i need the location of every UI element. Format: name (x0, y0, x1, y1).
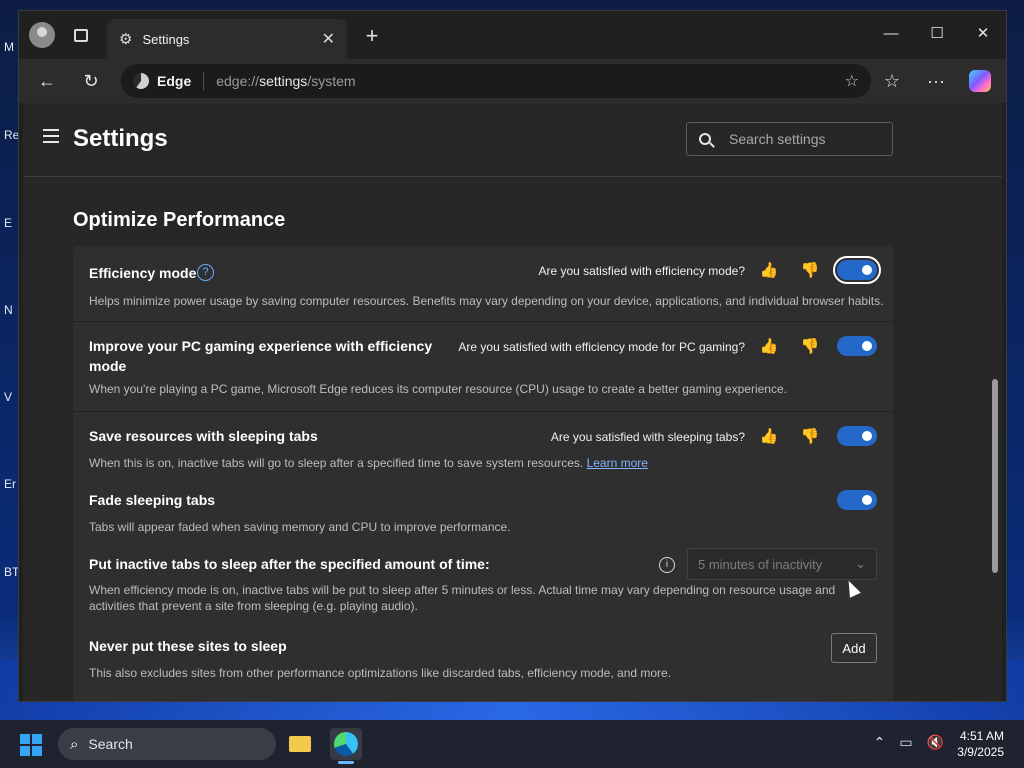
dropdown-value: 5 minutes of inactivity (698, 556, 823, 572)
profile-avatar[interactable] (29, 22, 55, 48)
clock[interactable]: 4:51 AM 3/9/2025 (957, 728, 1004, 760)
add-button[interactable]: Add (831, 633, 877, 663)
desktop-label: V (4, 390, 13, 404)
gear-icon: ⚙ (119, 31, 133, 48)
inactive-tabs-row: Put inactive tabs to sleep after the spe… (73, 540, 893, 620)
gaming-toggle[interactable] (837, 336, 877, 356)
file-explorer-icon[interactable] (284, 728, 316, 760)
favorite-star-icon[interactable]: ☆ (845, 71, 859, 91)
settings-header: Settings Search settings (23, 103, 1002, 177)
system-tray: ⌃ ▭ 🔇 (874, 734, 944, 751)
minimize-button[interactable]: — (868, 11, 914, 55)
sleeping-tabs-row: Save resources with sleeping tabs Are yo… (73, 412, 893, 476)
search-input[interactable]: Search settings (686, 122, 893, 156)
fade-tabs-description: Tabs will appear faded when saving memor… (89, 520, 511, 534)
search-icon (699, 133, 711, 145)
performance-card: Efficiency mode ? Are you satisfied with… (73, 246, 893, 701)
close-tab-icon[interactable]: ✕ (322, 29, 335, 49)
desktop-label: E (4, 216, 13, 230)
fade-tabs-toggle[interactable] (837, 490, 877, 510)
gaming-title-line2: mode (89, 358, 127, 374)
navigation-bar: ← ↻ Edge edge://settings/system ☆ ☆ ··· (19, 59, 1006, 103)
back-arrow-icon[interactable]: ← (29, 63, 65, 99)
inactive-tabs-title: Put inactive tabs to sleep after the spe… (89, 556, 490, 572)
help-icon[interactable]: ? (197, 264, 214, 281)
sleeping-tabs-title: Save resources with sleeping tabs (89, 428, 318, 444)
info-icon[interactable]: i (659, 557, 675, 573)
search-placeholder: Search settings (729, 131, 826, 147)
thumbs-up-icon[interactable]: 👍 (759, 427, 779, 445)
active-indicator (338, 761, 354, 764)
gaming-title-line1: Improve your PC gaming experience with e… (89, 338, 433, 354)
page-title: Settings (73, 125, 168, 152)
thumbs-up-icon[interactable]: 👍 (759, 337, 779, 355)
gaming-feedback-question: Are you satisfied with efficiency mode f… (458, 340, 745, 354)
efficiency-mode-toggle[interactable] (833, 256, 881, 284)
more-options-icon[interactable]: ··· (918, 63, 954, 99)
menu-icon[interactable] (43, 129, 59, 147)
volume-muted-icon[interactable]: 🔇 (927, 734, 944, 751)
address-url: edge://settings/system (216, 73, 356, 89)
taskbar: ⌕ Search ⌃ ▭ 🔇 4:51 AM 3/9/2025 (0, 720, 1024, 768)
chevron-up-icon[interactable]: ⌃ (874, 734, 886, 751)
thumbs-down-icon[interactable]: 👎 (800, 261, 820, 279)
title-bar: ⚙ Settings ✕ + — ☐ ✕ (19, 11, 1006, 59)
edge-taskbar-icon[interactable] (330, 728, 362, 760)
learn-more-link[interactable]: Learn more (587, 456, 648, 470)
thumbs-down-icon[interactable]: 👎 (800, 427, 820, 445)
taskbar-search[interactable]: ⌕ Search (58, 728, 276, 760)
desktop-label: N (4, 303, 13, 317)
sleeping-tabs-description: When this is on, inactive tabs will go t… (89, 456, 648, 470)
clock-time: 4:51 AM (959, 729, 1004, 743)
clock-date: 3/9/2025 (957, 745, 1004, 759)
browser-window: ⚙ Settings ✕ + — ☐ ✕ ← ↻ Edge edge://set… (18, 10, 1007, 702)
never-sleep-title: Never put these sites to sleep (89, 638, 287, 654)
copilot-icon[interactable] (962, 63, 998, 99)
search-icon: ⌕ (70, 735, 79, 753)
tab-settings[interactable]: ⚙ Settings ✕ (107, 19, 347, 59)
refresh-icon[interactable]: ↻ (73, 63, 109, 99)
new-tab-button[interactable]: + (359, 23, 385, 49)
efficiency-mode-title: Efficiency mode (89, 265, 197, 281)
fade-tabs-title: Fade sleeping tabs (89, 492, 216, 508)
chevron-down-icon: ⌄ (855, 556, 866, 571)
efficiency-mode-description: Helps minimize power usage by saving com… (89, 294, 884, 308)
windows-start-icon[interactable] (20, 734, 42, 756)
page-scrollbar[interactable] (992, 379, 998, 573)
favorites-icon[interactable]: ☆ (874, 63, 910, 99)
gaming-description: When you're playing a PC game, Microsoft… (89, 382, 787, 396)
address-brand: Edge (157, 73, 192, 89)
tab-actions-icon[interactable] (69, 23, 93, 47)
thumbs-down-icon[interactable]: 👎 (800, 337, 820, 355)
sleeping-tabs-toggle[interactable] (837, 426, 877, 446)
taskbar-search-label: Search (88, 736, 133, 752)
inactive-desc-line1: When efficiency mode is on, inactive tab… (89, 583, 836, 597)
never-sleep-description: This also excludes sites from other perf… (89, 666, 672, 680)
section-title: Optimize Performance (73, 209, 286, 231)
fade-tabs-row: Fade sleeping tabs Tabs will appear fade… (73, 476, 893, 540)
tab-title: Settings (142, 31, 190, 47)
sleeping-feedback-question: Are you satisfied with sleeping tabs? (550, 430, 745, 444)
thumbs-up-icon[interactable]: 👍 (759, 261, 779, 279)
maximize-button[interactable]: ☐ (914, 11, 960, 55)
desktop-label: Er (4, 477, 16, 491)
efficiency-feedback-question: Are you satisfied with efficiency mode? (538, 264, 745, 278)
address-bar[interactable]: Edge edge://settings/system ☆ (121, 64, 871, 98)
settings-page: Settings Search settings Optimize Perfor… (23, 103, 1002, 701)
inactive-desc-line2: activities that prevent a site from slee… (89, 599, 418, 613)
efficiency-mode-row: Efficiency mode ? Are you satisfied with… (73, 246, 893, 322)
gaming-row: Improve your PC gaming experience with e… (73, 322, 893, 412)
address-separator (203, 72, 205, 90)
close-window-button[interactable]: ✕ (960, 11, 1006, 55)
never-sleep-row: Never put these sites to sleep Add This … (73, 620, 893, 701)
desktop-label: M (4, 40, 14, 54)
inactivity-dropdown[interactable]: 5 minutes of inactivity ⌄ (687, 548, 877, 580)
edge-logo-icon (133, 73, 149, 89)
network-icon[interactable]: ▭ (899, 734, 912, 751)
